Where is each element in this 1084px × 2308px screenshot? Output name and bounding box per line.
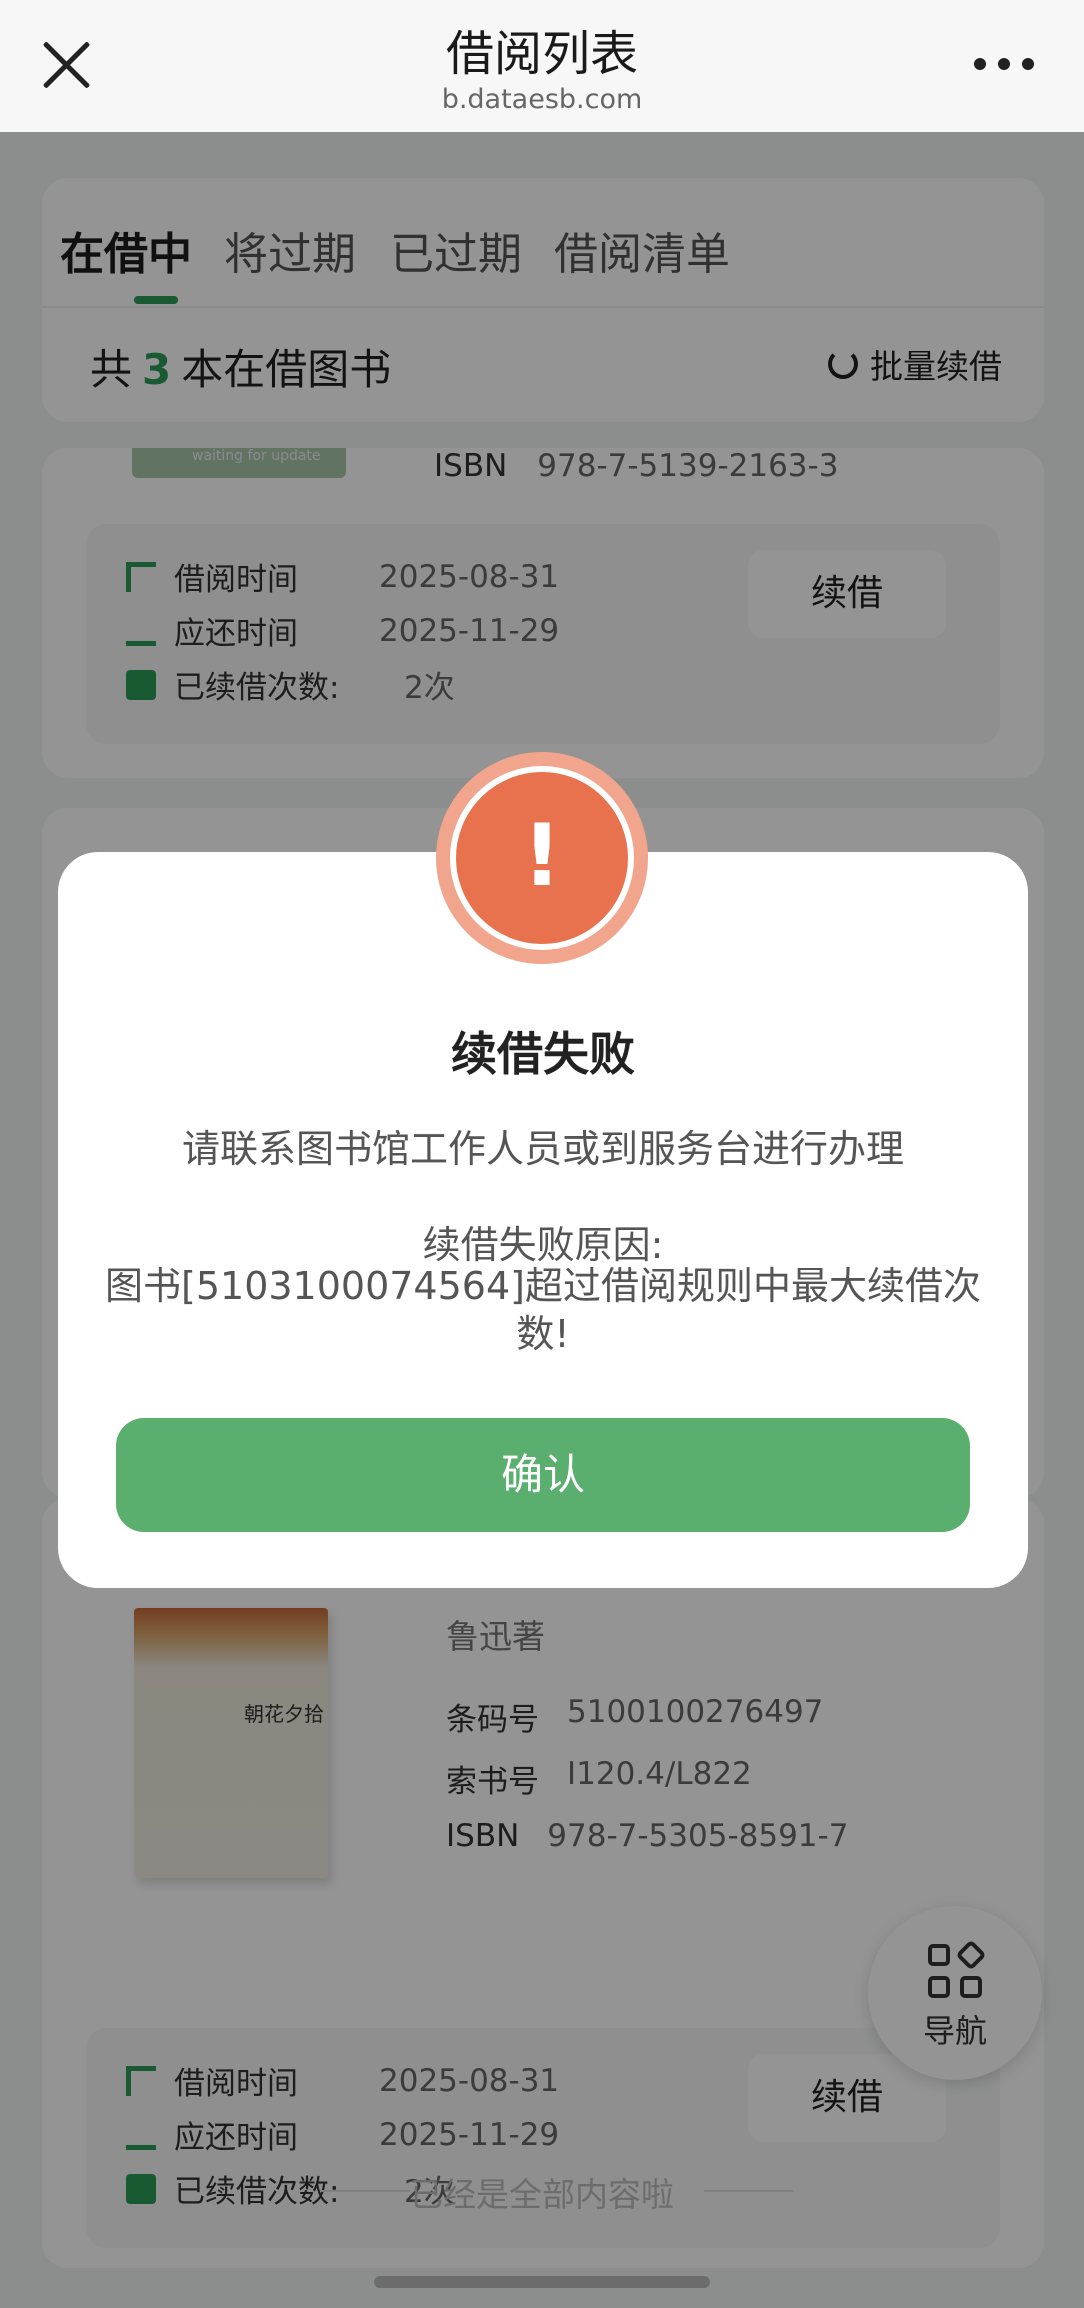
dialog-reason: 图书[5103100074564]超过借阅规则中最大续借次数! xyxy=(105,1264,981,1356)
page-title: 借阅列表 xyxy=(445,26,638,82)
dialog-reason-label: 续借失败原因: xyxy=(422,1223,664,1267)
top-bar: 借阅列表 b.dataesb.com xyxy=(0,0,1084,132)
alert-icon: ! xyxy=(436,752,648,964)
dialog-message: 请联系图书馆工作人员或到服务台进行办理 xyxy=(181,1127,904,1171)
exclamation-icon: ! xyxy=(450,766,634,950)
more-icon[interactable] xyxy=(974,58,1034,72)
confirm-button[interactable]: 确认 xyxy=(116,1418,970,1532)
page-domain: b.dataesb.com xyxy=(441,84,643,115)
dialog-title: 续借失败 xyxy=(451,1027,635,1081)
